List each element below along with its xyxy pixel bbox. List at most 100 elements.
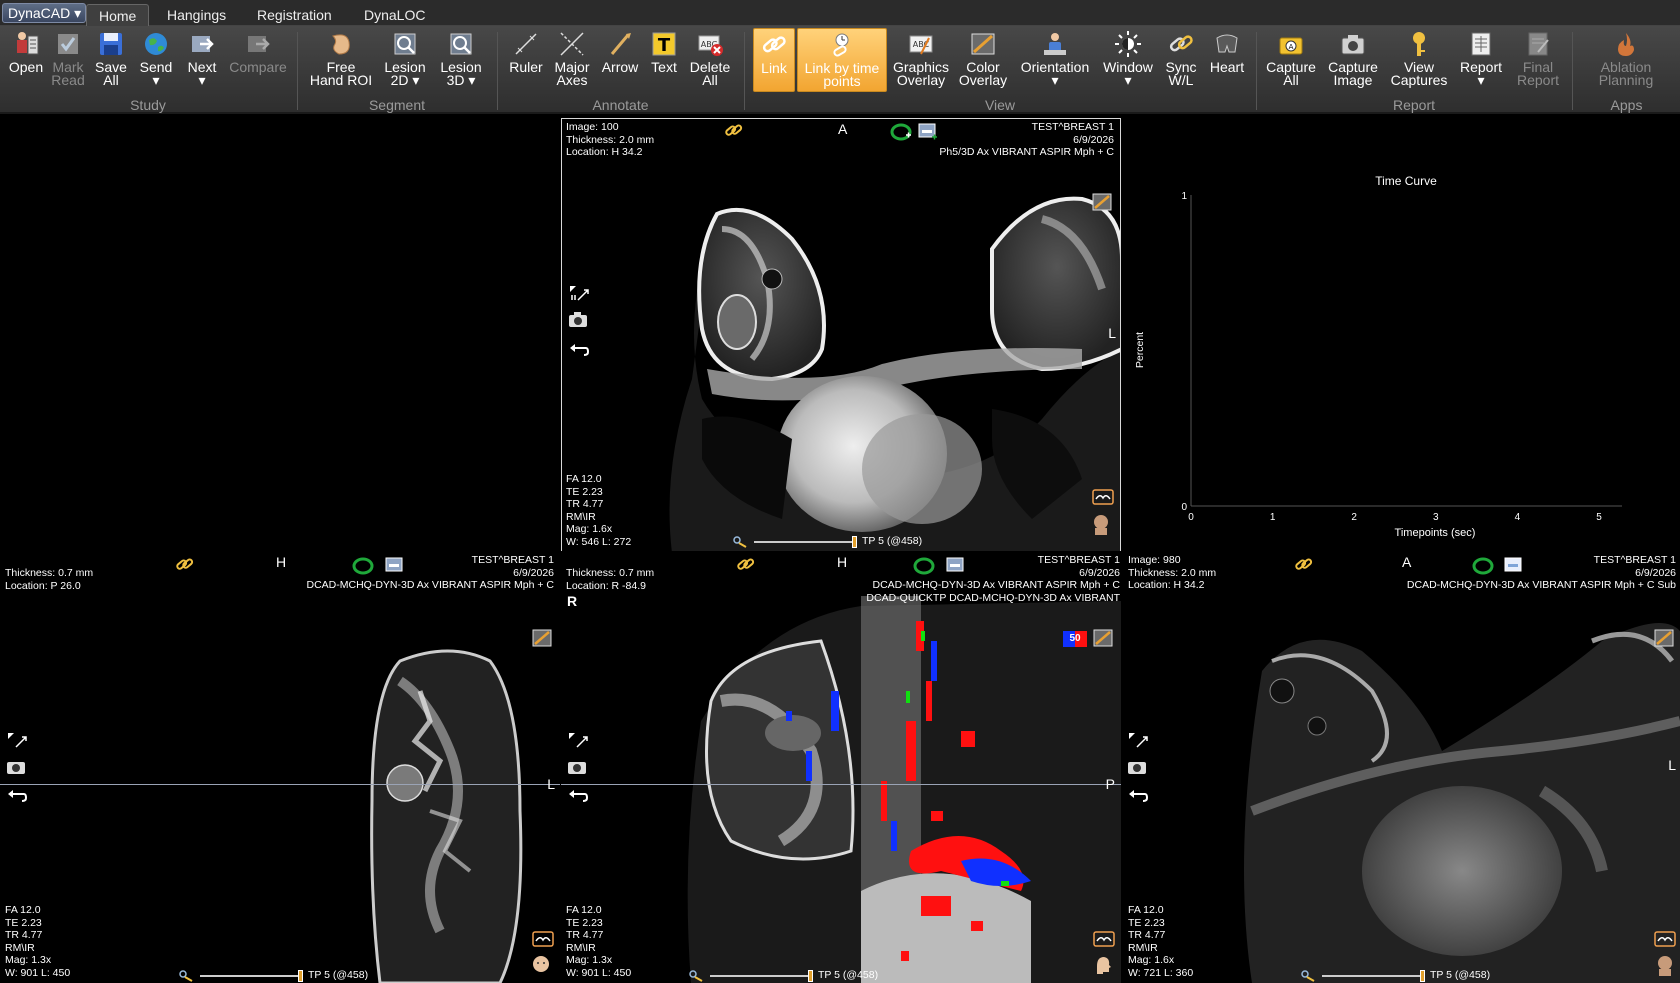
orientation-button[interactable]: Orientation ▾: [1015, 30, 1095, 87]
arrow-button[interactable]: Arrow: [598, 30, 642, 74]
open-button[interactable]: Open: [6, 30, 46, 74]
snapshot-camera-icon[interactable]: [567, 758, 589, 776]
orientation-marker-left: L: [1108, 325, 1116, 341]
link-by-time-points-button[interactable]: Link by time points: [797, 28, 887, 92]
timepoint-track[interactable]: [710, 975, 810, 977]
lesion-3d-button[interactable]: Lesion 3D ▾: [436, 30, 486, 87]
lesion-2d-button[interactable]: Lesion 2D ▾: [380, 30, 430, 87]
timepoint-link-icon[interactable]: [732, 535, 748, 549]
color-overlay-toggle-icon[interactable]: [1654, 629, 1674, 647]
tab-hangings[interactable]: Hangings: [155, 4, 238, 26]
checkmark-icon: [58, 34, 78, 54]
snapshot-camera-icon[interactable]: [6, 758, 28, 776]
final-report-button[interactable]: Final Report: [1510, 30, 1566, 87]
tab-home[interactable]: Home: [86, 4, 150, 26]
text-button[interactable]: T Text: [646, 30, 682, 74]
pan-zoom-tool-icon[interactable]: [567, 731, 589, 749]
overlay-ring-icon[interactable]: [352, 557, 374, 575]
compare-button[interactable]: Compare: [226, 30, 290, 74]
reference-line[interactable]: [561, 784, 1121, 785]
major-axes-button[interactable]: Major Axes: [550, 30, 594, 87]
color-overlay-button[interactable]: Color Overlay: [955, 30, 1011, 87]
link-icon[interactable]: [724, 122, 744, 140]
dynacad-app-menu[interactable]: DynaCAD ▾: [2, 3, 86, 23]
link-icon[interactable]: [1294, 556, 1314, 574]
send-button[interactable]: Send ▾: [135, 30, 177, 87]
report-button[interactable]: Report ▾: [1456, 30, 1506, 87]
timepoint-slider[interactable]: TP 5 (@458): [1300, 969, 1500, 983]
empty-viewport[interactable]: [0, 118, 560, 551]
snapshot-camera-icon[interactable]: [568, 311, 590, 329]
chart-x-tick-label: 2: [1351, 512, 1357, 523]
group-label-study: Study: [130, 97, 166, 113]
ruler-button[interactable]: Ruler: [506, 30, 546, 74]
timepoint-track[interactable]: [200, 975, 300, 977]
timepoint-link-icon[interactable]: [688, 969, 704, 983]
link-icon[interactable]: [736, 556, 756, 574]
ablation-planning-button[interactable]: Ablation Planning: [1576, 30, 1676, 87]
timepoint-knob[interactable]: [298, 970, 303, 982]
timepoint-slider[interactable]: TP 5 (@458): [688, 969, 888, 983]
timepoint-slider[interactable]: TP 5 (@458): [178, 969, 378, 983]
chart-title: Time Curve: [1375, 174, 1437, 188]
timepoint-link-icon[interactable]: [178, 969, 194, 983]
heart-button[interactable]: Heart: [1206, 30, 1248, 74]
pan-zoom-tool-icon[interactable]: [6, 731, 28, 749]
series-monitor-icon[interactable]: [1504, 557, 1524, 575]
display-settings-icon[interactable]: [532, 931, 554, 947]
capture-all-button[interactable]: A Capture All: [1262, 30, 1320, 87]
axial-viewport[interactable]: Image: 100 Thickness: 2.0 mm Location: H…: [561, 118, 1121, 552]
tab-registration[interactable]: Registration: [245, 4, 344, 26]
sync-wl-button[interactable]: Sync W/L: [1160, 30, 1202, 87]
ribbon-toolbar: Open Mark Read Save All Send ▾ Next ▾ Compar…: [0, 26, 1680, 114]
tab-dynaloc[interactable]: DynaLOC: [352, 4, 437, 26]
sagittal-viewport[interactable]: Thickness: 0.7 mm Location: P 26.0 TEST^…: [0, 551, 560, 983]
subtraction-viewport[interactable]: Image: 980 Thickness: 2.0 mm Location: H…: [1122, 551, 1680, 983]
free-hand-roi-button[interactable]: Free Hand ROI: [306, 30, 376, 87]
undo-reset-icon[interactable]: [6, 785, 28, 803]
timepoint-knob[interactable]: [808, 970, 813, 982]
snapshot-camera-icon[interactable]: [1127, 758, 1149, 776]
view-captures-button[interactable]: View Captures: [1386, 30, 1452, 87]
display-settings-icon[interactable]: [1654, 931, 1676, 947]
series-monitor-icon[interactable]: [385, 557, 405, 575]
timepoint-slider[interactable]: TP 5 (@458): [732, 535, 932, 549]
timepoint-link-icon[interactable]: [1300, 969, 1316, 983]
next-button[interactable]: Next ▾: [180, 30, 224, 87]
display-settings-icon[interactable]: [1093, 931, 1115, 947]
capture-image-button[interactable]: Capture Image: [1324, 30, 1382, 87]
patient-face-icon[interactable]: [530, 954, 552, 976]
color-overlay-toggle-icon[interactable]: [532, 629, 552, 647]
undo-reset-icon[interactable]: [568, 339, 590, 357]
color-overlay-toggle-icon[interactable]: [1093, 629, 1113, 647]
chart-y-ticks: 01: [1181, 191, 1187, 513]
link-icon[interactable]: [175, 556, 195, 574]
color-threshold-badge[interactable]: 50: [1063, 631, 1087, 647]
delete-all-button[interactable]: ABC Delete All: [686, 30, 734, 87]
save-all-button[interactable]: Save All: [91, 30, 131, 87]
patient-head-icon[interactable]: [1090, 513, 1112, 535]
patient-profile-icon[interactable]: [1091, 954, 1113, 976]
link-button[interactable]: Link: [753, 28, 795, 92]
timepoint-knob[interactable]: [852, 536, 857, 548]
undo-reset-icon[interactable]: [1127, 785, 1149, 803]
window-button[interactable]: Window ▾: [1100, 30, 1156, 87]
overlay-ring-icon[interactable]: [890, 123, 912, 141]
pan-zoom-tool-icon[interactable]: [1127, 731, 1149, 749]
pan-zoom-tool-icon[interactable]: [568, 284, 590, 302]
timepoint-track[interactable]: [1322, 975, 1422, 977]
mark-read-button[interactable]: Mark Read: [48, 30, 88, 87]
undo-reset-icon[interactable]: [567, 785, 589, 803]
series-monitor-icon[interactable]: [918, 123, 938, 141]
graphics-overlay-button[interactable]: ABC Graphics Overlay: [890, 30, 952, 87]
timepoint-track[interactable]: [754, 541, 854, 543]
patient-head-icon[interactable]: [1654, 954, 1676, 976]
display-settings-icon[interactable]: [1092, 489, 1114, 505]
reference-line[interactable]: [0, 784, 560, 785]
timepoint-knob[interactable]: [1420, 970, 1425, 982]
color-overlay-toggle-icon[interactable]: [1092, 193, 1112, 211]
series-monitor-icon[interactable]: [946, 557, 966, 575]
overlay-ring-icon[interactable]: [913, 557, 935, 575]
color-map-viewport[interactable]: Thickness: 0.7 mm Location: R -84.9 TEST…: [561, 551, 1121, 983]
overlay-ring-icon[interactable]: [1472, 557, 1494, 575]
